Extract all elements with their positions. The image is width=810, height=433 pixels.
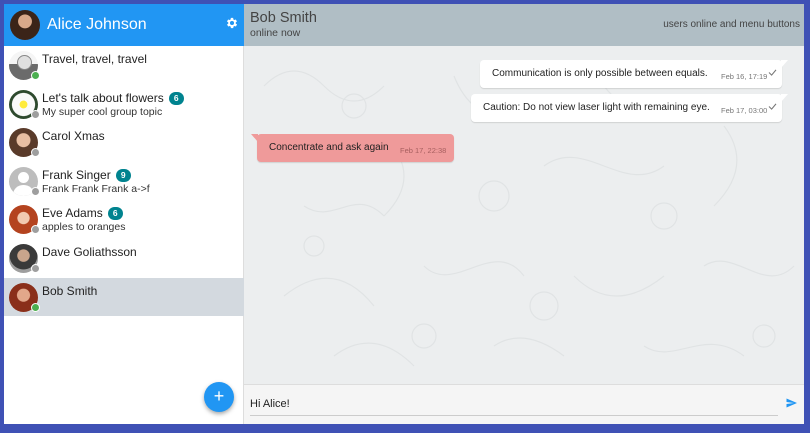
status-dot [31, 186, 40, 196]
avatar[interactable] [10, 10, 40, 40]
bubble-tail [781, 60, 788, 68]
chat-header: Bob Smith online now users online and me… [244, 4, 804, 46]
contact-name: Carol Xmas [42, 129, 105, 144]
message-time: Feb 17, 22:38 [400, 146, 447, 155]
profile-header: Alice Johnson [4, 4, 244, 46]
contact-subtitle: My super cool group topic [42, 105, 163, 118]
message-text: Concentrate and ask again [269, 142, 389, 153]
chat-peer-status: online now [250, 27, 301, 39]
contact-item[interactable]: Travel, travel, travel [4, 46, 244, 85]
contact-name: Frank Singer 9 [42, 168, 131, 182]
contacts-panel: Alice Johnson Travel, travel, travel Let… [4, 4, 244, 424]
contact-item[interactable]: Eve Adams 6 apples to oranges [4, 200, 244, 239]
message-time: Feb 17, 03:00 [721, 106, 768, 115]
contact-item[interactable]: Carol Xmas [4, 123, 244, 162]
contact-item[interactable]: Dave Goliathsson [4, 239, 244, 278]
message-time: Feb 16, 17:19 [721, 72, 768, 81]
message-bubble-outgoing[interactable]: Caution: Do not view laser light with re… [471, 94, 788, 122]
message-bubble-incoming[interactable]: Concentrate and ask again Feb 17, 22:38 [251, 134, 454, 162]
bubble-tail [781, 94, 788, 102]
status-dot [31, 148, 40, 158]
status-dot [31, 263, 40, 273]
message-text: Communication is only possible between e… [492, 68, 708, 79]
message-text: Caution: Do not view laser light with re… [483, 102, 710, 113]
message-list: Communication is only possible between e… [244, 46, 804, 384]
chat-panel: Bob Smith online now users online and me… [244, 4, 804, 424]
status-dot [31, 302, 40, 312]
message-bubble-outgoing[interactable]: Communication is only possible between e… [480, 60, 788, 88]
plus-icon: + [213, 386, 225, 406]
header-menu-area[interactable]: users online and menu buttons [663, 19, 800, 30]
contact-item[interactable]: Bob Smith [4, 277, 244, 317]
message-input[interactable] [250, 393, 778, 416]
send-icon[interactable] [785, 397, 798, 409]
unread-badge: 9 [115, 168, 131, 182]
status-dot [31, 109, 40, 119]
unread-badge: 6 [168, 91, 184, 105]
profile-name: Alice Johnson [47, 16, 147, 33]
add-chat-button[interactable]: + [204, 382, 234, 412]
chat-app: Alice Johnson Travel, travel, travel Let… [4, 4, 804, 424]
gear-icon[interactable] [225, 16, 239, 30]
contact-item[interactable]: Frank Singer 9 Frank Frank Frank a->f [4, 162, 244, 201]
unread-badge: 6 [107, 207, 123, 221]
status-dot [31, 71, 40, 80]
contact-name: Eve Adams 6 [42, 206, 123, 221]
contact-name: Dave Goliathsson [42, 244, 137, 259]
contact-name: Let's talk about flowers 6 [42, 91, 184, 105]
contact-subtitle: Frank Frank Frank a->f [42, 182, 150, 195]
check-icon [768, 103, 777, 110]
contact-name: Travel, travel, travel [42, 52, 147, 66]
contact-subtitle: apples to oranges [42, 221, 126, 234]
bubble-tail [251, 134, 258, 142]
message-composer [244, 384, 804, 424]
status-dot [31, 225, 40, 235]
check-icon [768, 69, 777, 76]
contact-list: Travel, travel, travel Let's talk about … [4, 46, 244, 317]
contact-item[interactable]: Let's talk about flowers 6 My super cool … [4, 85, 244, 124]
contact-name: Bob Smith [42, 283, 98, 298]
chat-peer-name: Bob Smith [250, 10, 317, 26]
